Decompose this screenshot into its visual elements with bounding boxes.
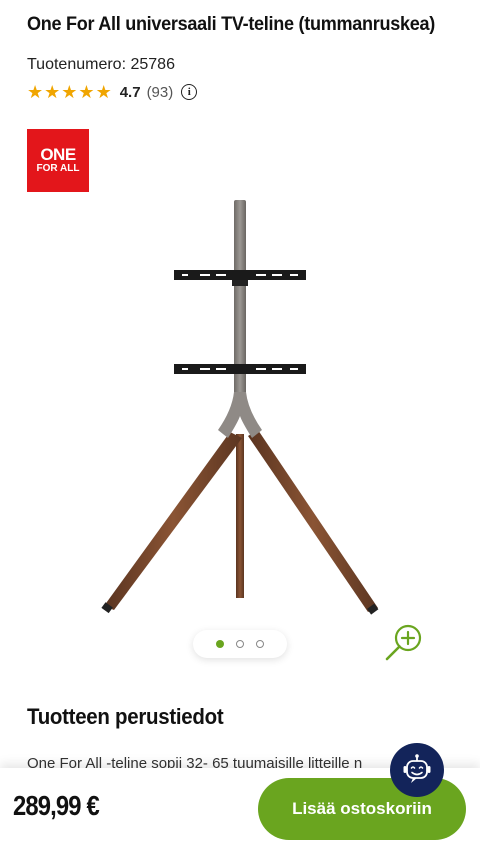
star-icon: ★ (27, 82, 44, 102)
zoom-in-icon[interactable] (384, 622, 424, 662)
rating-score: 4.7 (119, 83, 141, 101)
section-title: Tuotteen perustiedot (27, 704, 224, 729)
star-icon: ★ (78, 82, 95, 102)
star-icon: ★ (44, 82, 61, 102)
star-icon: ★ (61, 82, 78, 102)
sku-line: Tuotenumero: 25786 (27, 56, 175, 74)
robot-assistant-icon[interactable] (390, 743, 444, 797)
product-image[interactable] (96, 196, 386, 620)
sku-label: Tuotenumero: (27, 56, 127, 73)
brand-logo[interactable]: ONE FOR ALL (27, 129, 89, 192)
brand-logo-line1: ONE (40, 145, 76, 164)
star-rating: ★ ★ ★ ★ ★ (27, 83, 112, 101)
rating-row[interactable]: ★ ★ ★ ★ ★ 4.7 (93) i (27, 82, 198, 102)
info-icon[interactable]: i (181, 84, 198, 100)
gallery-dot-active[interactable] (216, 640, 224, 648)
gallery-dot[interactable] (256, 640, 264, 648)
sku-value: 25786 (130, 56, 175, 73)
review-count[interactable]: (93) (147, 84, 174, 101)
brand-logo-line2: FOR ALL (36, 163, 80, 174)
star-icon: ★ (95, 82, 112, 102)
product-title: One For All universaali TV-teline (tumma… (27, 14, 435, 35)
price: 289,99 € (13, 790, 100, 821)
gallery-pagination[interactable] (193, 630, 287, 658)
gallery-dot[interactable] (236, 640, 244, 648)
